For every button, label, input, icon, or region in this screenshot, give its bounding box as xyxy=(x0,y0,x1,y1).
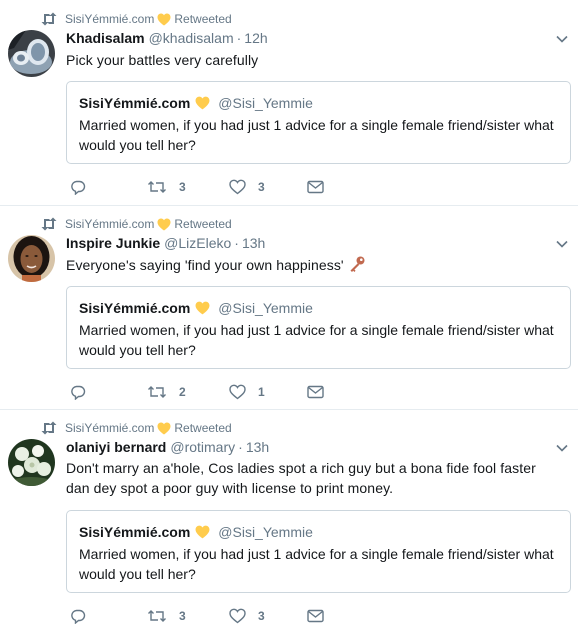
quoted-tweet[interactable]: SisiYémmié.com @Sisi_Yemmie Married wome… xyxy=(66,286,571,369)
chevron-down-icon[interactable] xyxy=(556,240,568,248)
tea-set-photo-icon xyxy=(8,30,55,77)
retweeted-label: Retweeted xyxy=(174,217,232,231)
like-count: 3 xyxy=(258,609,265,623)
quoted-tweet[interactable]: SisiYémmié.com @Sisi_Yemmie Married wome… xyxy=(66,81,571,164)
retweeter-name[interactable]: SisiYémmié.com xyxy=(65,12,154,26)
quoted-tweet-text: Married women, if you had just 1 advice … xyxy=(79,322,554,358)
direct-message-button[interactable] xyxy=(307,177,324,197)
reply-button[interactable] xyxy=(70,382,86,402)
author-handle[interactable]: @LizEleko xyxy=(164,235,231,251)
chevron-down-icon[interactable] xyxy=(556,35,568,43)
tweet[interactable]: SisiYémmié.com Retweeted Inspire Junkie … xyxy=(0,206,578,410)
envelope-icon xyxy=(307,180,324,194)
quoted-tweet-header: SisiYémmié.com @Sisi_Yemmie xyxy=(79,300,313,316)
tweet-text: Don't marry an a'hole, Cos ladies spot a… xyxy=(66,460,536,496)
heart-icon xyxy=(229,608,246,624)
reply-icon xyxy=(71,180,86,195)
quoted-author-handle: @Sisi_Yemmie xyxy=(218,95,313,111)
quoted-tweet-header: SisiYémmié.com @Sisi_Yemmie xyxy=(79,95,313,111)
timeline-feed: SisiYémmié.com Retweeted Khadisalam @kha… xyxy=(0,0,578,638)
separator-dot: · xyxy=(238,439,243,455)
quoted-author-name: SisiYémmié.com xyxy=(79,524,191,540)
retweet-count: 2 xyxy=(179,385,186,399)
like-button[interactable]: 3 xyxy=(229,177,265,197)
retweet-icon xyxy=(148,610,166,622)
like-count: 3 xyxy=(258,180,265,194)
quoted-author-handle: @Sisi_Yemmie xyxy=(218,524,313,540)
envelope-icon xyxy=(307,385,324,399)
heart-icon xyxy=(229,384,246,400)
retweeted-label: Retweeted xyxy=(174,12,232,26)
yellow-heart-emoji-icon xyxy=(157,218,171,230)
reply-icon xyxy=(71,609,86,624)
retweet-count: 3 xyxy=(179,609,186,623)
quoted-tweet[interactable]: SisiYémmié.com @Sisi_Yemmie Married wome… xyxy=(66,510,571,593)
retweet-button[interactable]: 3 xyxy=(147,177,186,197)
quoted-tweet-header: SisiYémmié.com @Sisi_Yemmie xyxy=(79,524,313,540)
woman-portrait-photo-icon xyxy=(8,235,55,282)
author-name[interactable]: Khadisalam xyxy=(66,30,145,46)
retweeted-label: Retweeted xyxy=(174,421,232,435)
like-count: 1 xyxy=(258,385,265,399)
retweeter-name[interactable]: SisiYémmié.com xyxy=(65,217,154,231)
flowers-photo-icon xyxy=(8,439,55,486)
retweet-count: 3 xyxy=(179,180,186,194)
retweet-icon xyxy=(41,12,57,26)
chevron-down-icon[interactable] xyxy=(556,444,568,452)
tweet[interactable]: SisiYémmié.com Retweeted Khadisalam @kha… xyxy=(0,0,578,206)
like-button[interactable]: 3 xyxy=(229,606,265,626)
reply-icon xyxy=(71,385,86,400)
retweet-button[interactable]: 2 xyxy=(147,382,186,402)
tweet[interactable]: SisiYémmié.com Retweeted olaniyi bernard… xyxy=(0,410,578,638)
author-handle[interactable]: @khadisalam xyxy=(149,30,234,46)
avatar[interactable] xyxy=(8,439,55,486)
retweeter-name[interactable]: SisiYémmié.com xyxy=(65,421,154,435)
author-handle[interactable]: @rotimary xyxy=(170,439,235,455)
retweet-icon xyxy=(41,217,57,231)
yellow-heart-emoji-icon xyxy=(195,301,210,315)
direct-message-button[interactable] xyxy=(307,382,324,402)
timestamp[interactable]: 13h xyxy=(246,439,269,455)
retweet-icon xyxy=(148,181,166,193)
yellow-heart-emoji-icon xyxy=(195,96,210,110)
retweet-icon xyxy=(41,421,57,435)
author-name[interactable]: Inspire Junkie xyxy=(66,235,160,251)
reply-button[interactable] xyxy=(70,606,86,626)
retweet-icon xyxy=(148,386,166,398)
direct-message-button[interactable] xyxy=(307,606,324,626)
quoted-author-name: SisiYémmié.com xyxy=(79,300,191,316)
retweet-context: SisiYémmié.com Retweeted xyxy=(40,420,232,436)
separator-dot: · xyxy=(236,30,242,46)
author-name[interactable]: olaniyi bernard xyxy=(66,439,166,455)
quoted-tweet-text: Married women, if you had just 1 advice … xyxy=(79,546,554,582)
tweet-text: Pick your battles very carefully xyxy=(66,52,259,68)
yellow-heart-emoji-icon xyxy=(157,13,171,25)
yellow-heart-emoji-icon xyxy=(157,422,171,434)
avatar[interactable] xyxy=(8,235,55,282)
envelope-icon xyxy=(307,609,324,623)
retweet-context: SisiYémmié.com Retweeted xyxy=(40,11,232,27)
reply-button[interactable] xyxy=(70,177,86,197)
quoted-author-handle: @Sisi_Yemmie xyxy=(218,300,313,316)
timestamp[interactable]: 12h xyxy=(244,30,267,46)
quoted-tweet-text: Married women, if you had just 1 advice … xyxy=(79,117,554,153)
tweet-header: Inspire Junkie @LizEleko · 13h xyxy=(66,235,265,253)
quoted-author-name: SisiYémmié.com xyxy=(79,95,191,111)
like-button[interactable]: 1 xyxy=(229,382,265,402)
retweet-context: SisiYémmié.com Retweeted xyxy=(40,216,232,232)
heart-icon xyxy=(229,179,246,195)
tweet-text: Everyone's saying 'find your own happine… xyxy=(66,257,344,273)
tweet-header: Khadisalam @khadisalam · 12h xyxy=(66,30,268,48)
timestamp[interactable]: 13h xyxy=(242,235,265,251)
separator-dot: · xyxy=(234,235,239,251)
key-emoji-icon xyxy=(350,256,365,272)
tweet-text-container: Everyone's saying 'find your own happine… xyxy=(66,255,566,275)
retweet-button[interactable]: 3 xyxy=(147,606,186,626)
yellow-heart-emoji-icon xyxy=(195,525,210,539)
avatar[interactable] xyxy=(8,30,55,77)
tweet-header: olaniyi bernard @rotimary · 13h xyxy=(66,439,269,457)
